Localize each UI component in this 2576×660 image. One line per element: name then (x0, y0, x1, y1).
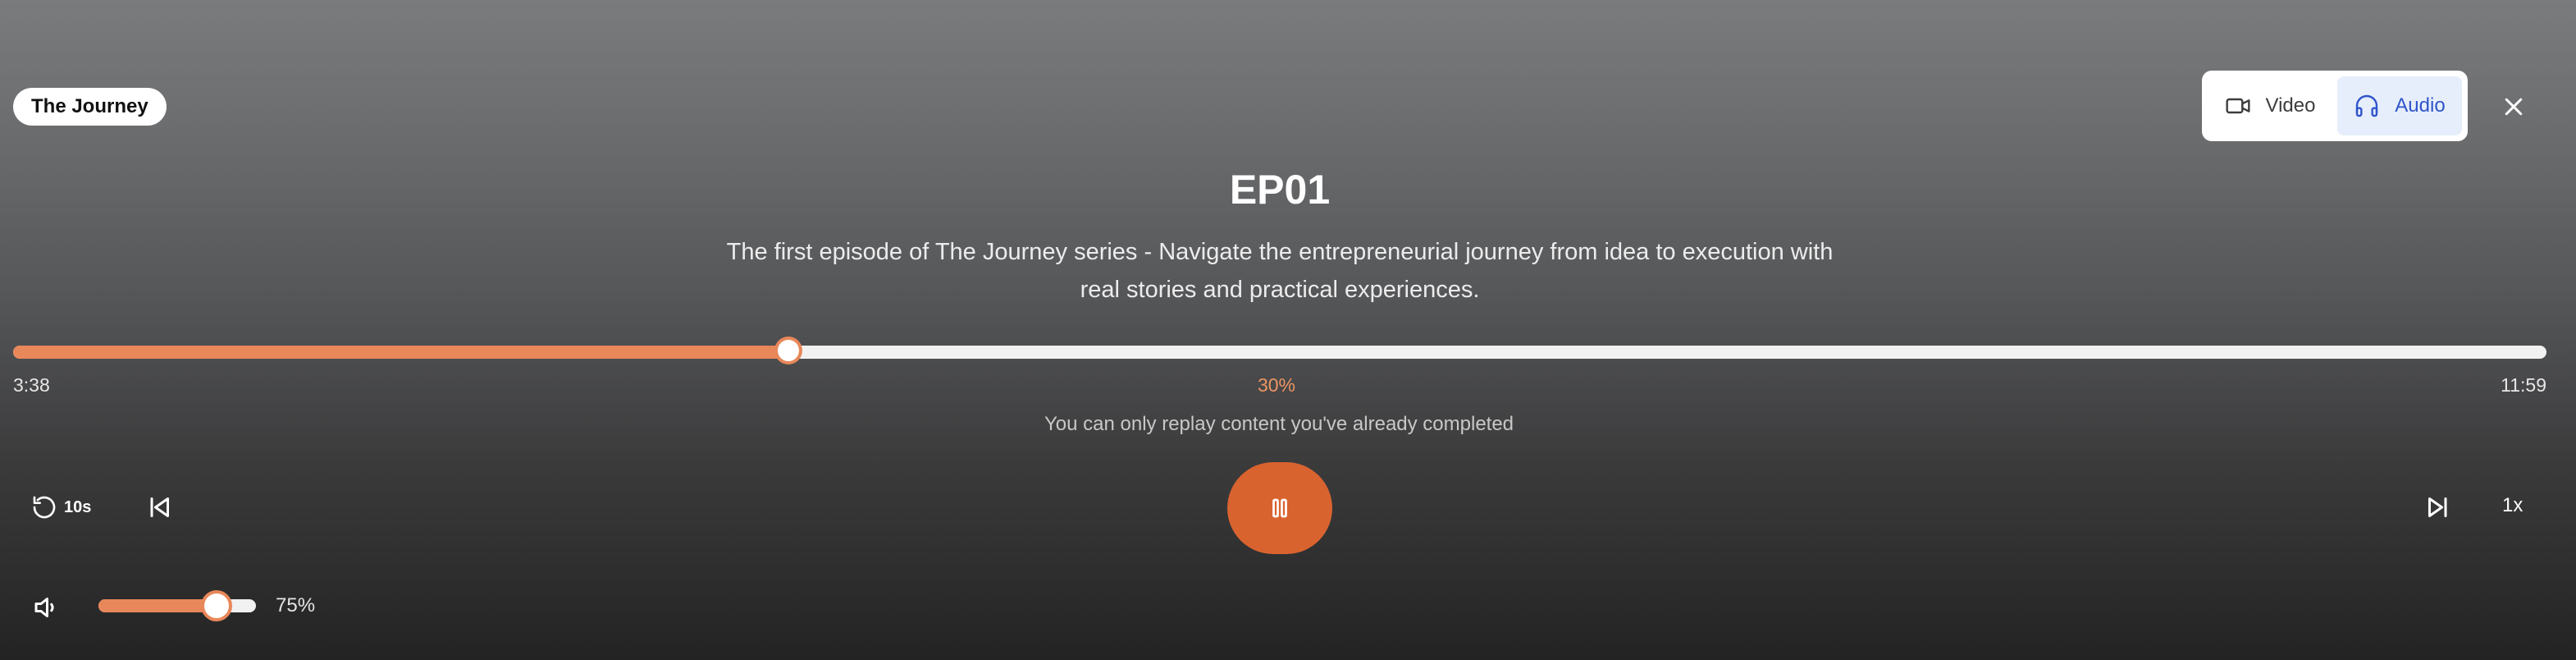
episode-description: The first episode of The Journey series … (726, 239, 1834, 303)
total-time: 11:59 (2501, 374, 2546, 396)
video-mode-label: Video (2265, 94, 2316, 117)
video-camera-icon (2225, 98, 2250, 114)
progress-thumb[interactable] (774, 337, 802, 364)
volume-fill (98, 599, 217, 612)
next-button[interactable] (2423, 493, 2453, 522)
video-mode-button[interactable]: Video (2208, 76, 2332, 135)
skip-previous-icon (150, 497, 169, 517)
progress-bar[interactable] (13, 337, 2546, 364)
volume-thumb[interactable] (201, 590, 232, 621)
close-button[interactable] (2494, 87, 2533, 126)
pause-icon (1272, 498, 1287, 518)
episode-title: EP01 (1229, 167, 1331, 213)
progress-fill (13, 346, 788, 359)
volume-button[interactable] (31, 593, 61, 622)
replay-note: You can only replay content you've alrea… (1044, 413, 1514, 435)
volume-icon (34, 598, 54, 617)
volume-percent: 75% (276, 594, 316, 616)
previous-button[interactable] (144, 493, 174, 522)
skip-next-icon (2428, 497, 2447, 517)
audio-mode-label: Audio (2395, 94, 2446, 117)
pause-button[interactable] (1227, 462, 1332, 554)
playback-speed-button[interactable]: 1x (2502, 494, 2523, 517)
close-icon (2505, 98, 2523, 116)
rewind-10s-button[interactable]: 10s (31, 491, 91, 524)
mode-switch: Video Audio (2202, 71, 2468, 141)
rewind-icon (33, 496, 56, 519)
audio-mode-button[interactable]: Audio (2337, 76, 2462, 135)
volume-slider[interactable] (98, 590, 256, 621)
headphones-icon (2356, 94, 2378, 117)
rewind-label: 10s (64, 497, 92, 516)
progress-percent: 30% (1257, 374, 1296, 396)
series-badge: The Journey (13, 88, 167, 126)
